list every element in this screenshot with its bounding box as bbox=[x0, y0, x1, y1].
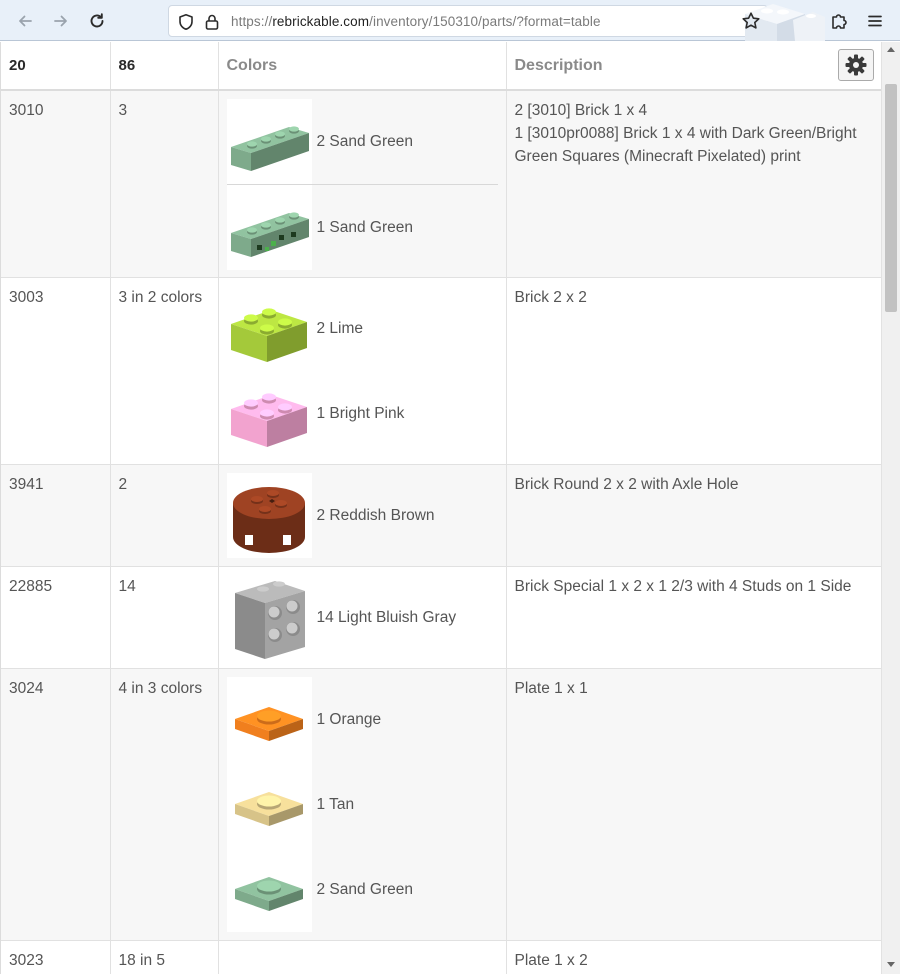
color-label: 14 Light Bluish Gray bbox=[316, 609, 457, 626]
color-label: 2 Sand Green bbox=[316, 881, 414, 898]
quantity-cell: 14 bbox=[110, 566, 219, 669]
color-entry[interactable]: 1 Tan bbox=[226, 762, 498, 847]
page-content: 20 86 Colors Description 3010 3 2 Sand Gre… bbox=[0, 42, 881, 974]
quantity-cell: 18 in 5 bbox=[110, 940, 219, 974]
shield-icon[interactable] bbox=[177, 13, 195, 31]
description-text: 2 [3010] Brick 1 x 4 bbox=[514, 102, 648, 119]
colors-cell: 2 Sand Green 1 Sand Green bbox=[218, 90, 507, 278]
browser-toolbar: https://rebrickable.com/inventory/150310… bbox=[0, 0, 900, 41]
table-header-row: 20 86 Colors Description bbox=[1, 42, 881, 91]
quantity-cell: 3 in 2 colors bbox=[110, 277, 219, 465]
description-cell: Brick Round 2 x 2 with Axle Hole bbox=[506, 464, 881, 567]
description-text: Plate 1 x 1 bbox=[514, 680, 588, 697]
part-number-cell[interactable]: 3003 bbox=[1, 277, 111, 465]
description-text: Brick Special 1 x 2 x 1 2/3 with 4 Studs… bbox=[514, 578, 852, 595]
header-colors[interactable]: Colors bbox=[218, 42, 507, 91]
forward-button[interactable] bbox=[48, 8, 74, 34]
brick-2x2-icon[interactable] bbox=[226, 286, 312, 371]
lock-icon[interactable] bbox=[203, 13, 221, 31]
color-entry[interactable]: 2 Sand Green bbox=[226, 99, 498, 184]
bookmark-star-button[interactable] bbox=[738, 8, 764, 34]
color-entry[interactable]: 1 Bright Pink bbox=[226, 371, 498, 456]
reload-button[interactable] bbox=[84, 8, 110, 34]
table-row: 3010 3 2 Sand Green 1 Sand Green 2 [3010] Br… bbox=[1, 90, 881, 278]
color-label: 1 Orange bbox=[316, 711, 382, 728]
color-label: 1 Tan bbox=[316, 796, 355, 813]
puzzle-icon bbox=[832, 14, 847, 29]
colors-cell bbox=[218, 940, 507, 974]
back-button[interactable] bbox=[12, 8, 38, 34]
hamburger-icon bbox=[868, 15, 882, 27]
description-cell: Brick 2 x 2 bbox=[506, 277, 881, 465]
color-entry[interactable]: 1 Orange bbox=[226, 677, 498, 762]
colors-cell: 2 Lime 1 Bright Pink bbox=[218, 277, 507, 465]
brick-1x4-icon[interactable] bbox=[226, 99, 312, 184]
brick-round-2x2-icon[interactable] bbox=[226, 473, 312, 558]
brick-1x4-minecraft-icon[interactable] bbox=[226, 184, 312, 270]
part-number-cell[interactable]: 3024 bbox=[1, 668, 111, 941]
colors-cell: 14 Light Bluish Gray bbox=[218, 566, 507, 669]
plate-1x1-icon[interactable] bbox=[226, 847, 312, 932]
address-bar[interactable]: https://rebrickable.com/inventory/150310… bbox=[168, 5, 768, 37]
gear-icon bbox=[845, 54, 867, 76]
description-text: Plate 1 x 2 bbox=[514, 952, 588, 969]
description-text: 1 [3010pr0088] Brick 1 x 4 with Dark Gre… bbox=[514, 125, 857, 165]
color-label: 1 Bright Pink bbox=[316, 405, 405, 422]
plate-1x1-icon[interactable] bbox=[226, 677, 312, 762]
header-part-count[interactable]: 20 bbox=[1, 42, 111, 91]
scroll-down-arrow-icon[interactable] bbox=[887, 962, 895, 967]
url-prefix: https:// bbox=[231, 14, 273, 29]
table-row: 3024 4 in 3 colors 1 Orange 1 Tan 2 Sand Gre… bbox=[1, 668, 881, 941]
color-label: 2 Lime bbox=[316, 320, 364, 337]
brick-side-studs-icon[interactable] bbox=[226, 575, 312, 660]
description-cell: 2 [3010] Brick 1 x 4 1 [3010pr0088] Brick… bbox=[506, 90, 881, 278]
table-row: 3941 2 2 Reddish Brown Brick Round 2 x 2 wi… bbox=[1, 464, 881, 567]
url-text[interactable]: https://rebrickable.com/inventory/150310… bbox=[231, 14, 601, 29]
parts-table: 20 86 Colors Description 3010 3 2 Sand Gre… bbox=[1, 42, 881, 974]
header-description[interactable]: Description bbox=[506, 42, 881, 91]
part-number-cell[interactable]: 22885 bbox=[1, 566, 111, 669]
color-entry[interactable]: 14 Light Bluish Gray bbox=[226, 575, 498, 660]
url-path: /inventory/150310/parts/?format=table bbox=[369, 14, 601, 29]
description-cell: Plate 1 x 1 bbox=[506, 668, 881, 941]
color-entry[interactable]: 2 Sand Green bbox=[226, 847, 498, 932]
table-row: 22885 14 14 Light Bluish Gray Brick Special… bbox=[1, 566, 881, 669]
vertical-scrollbar[interactable] bbox=[881, 42, 900, 974]
header-quantity-total[interactable]: 86 bbox=[110, 42, 219, 91]
color-entry[interactable]: 1 Sand Green bbox=[226, 184, 498, 270]
table-settings-button[interactable] bbox=[838, 49, 874, 81]
description-cell: Plate 1 x 2 bbox=[506, 940, 881, 974]
color-label: 2 Reddish Brown bbox=[316, 507, 435, 524]
quantity-cell: 3 bbox=[110, 90, 219, 278]
color-label: 2 Sand Green bbox=[316, 133, 414, 150]
color-entry[interactable]: 2 Lime bbox=[226, 286, 498, 371]
quantity-cell: 2 bbox=[110, 464, 219, 567]
star-icon bbox=[742, 12, 760, 29]
part-number-cell[interactable]: 3023 bbox=[1, 940, 111, 974]
brick-2x2-icon[interactable] bbox=[226, 371, 312, 456]
description-text: Brick 2 x 2 bbox=[514, 289, 587, 306]
part-number-cell[interactable]: 3010 bbox=[1, 90, 111, 278]
url-host: rebrickable.com bbox=[272, 14, 370, 29]
colors-cell: 1 Orange 1 Tan 2 Sand Green bbox=[218, 668, 507, 941]
color-label: 1 Sand Green bbox=[316, 218, 414, 236]
plate-1x1-icon[interactable] bbox=[226, 762, 312, 847]
quantity-cell: 4 in 3 colors bbox=[110, 668, 219, 941]
table-row: 3023 18 in 5 Plate 1 x 2 bbox=[1, 940, 881, 974]
description-text: Brick Round 2 x 2 with Axle Hole bbox=[514, 476, 739, 493]
color-entry[interactable]: 2 Reddish Brown bbox=[226, 473, 498, 558]
table-row: 3003 3 in 2 colors 2 Lime 1 Bright Pink Bric… bbox=[1, 277, 881, 465]
scroll-up-arrow-icon[interactable] bbox=[887, 47, 895, 52]
reload-icon bbox=[90, 13, 104, 28]
arrow-right-icon bbox=[54, 15, 67, 27]
app-menu-button[interactable] bbox=[862, 8, 888, 34]
description-cell: Brick Special 1 x 2 x 1 2/3 with 4 Studs… bbox=[506, 566, 881, 669]
scrollbar-thumb[interactable] bbox=[885, 84, 897, 312]
colors-cell: 2 Reddish Brown bbox=[218, 464, 507, 567]
arrow-left-icon bbox=[19, 15, 32, 27]
extensions-button[interactable] bbox=[826, 8, 852, 34]
part-number-cell[interactable]: 3941 bbox=[1, 464, 111, 567]
